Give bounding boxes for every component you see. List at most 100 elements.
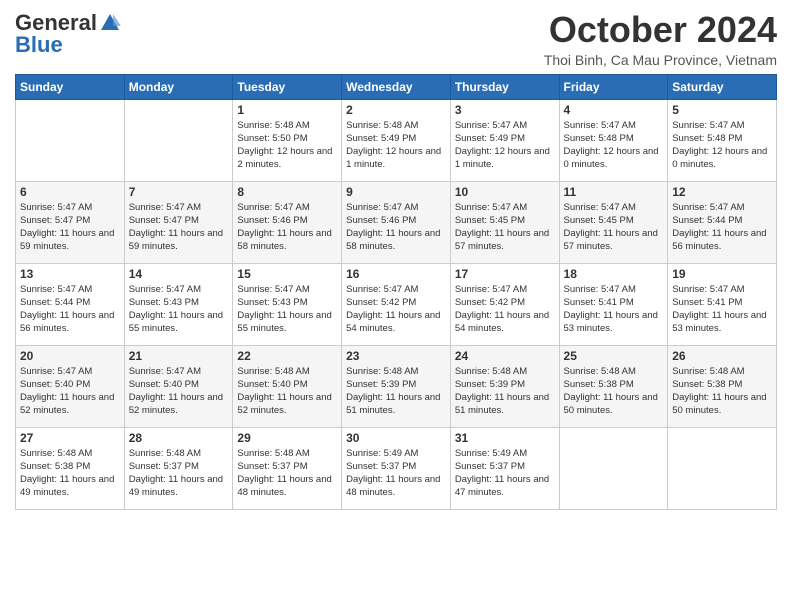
- day-number: 24: [455, 349, 555, 363]
- day-number: 7: [129, 185, 229, 199]
- day-info: Sunrise: 5:47 AM Sunset: 5:48 PM Dayligh…: [672, 119, 772, 172]
- day-info: Sunrise: 5:47 AM Sunset: 5:44 PM Dayligh…: [20, 283, 120, 336]
- sunrise-text: Sunrise: 5:48 AM: [129, 448, 201, 459]
- daylight-text: Daylight: 11 hours and 47 minutes.: [455, 474, 549, 498]
- calendar-cell: 5 Sunrise: 5:47 AM Sunset: 5:48 PM Dayli…: [668, 99, 777, 181]
- sunrise-text: Sunrise: 5:49 AM: [346, 448, 418, 459]
- calendar-cell: 6 Sunrise: 5:47 AM Sunset: 5:47 PM Dayli…: [16, 181, 125, 263]
- sunset-text: Sunset: 5:41 PM: [564, 297, 634, 308]
- daylight-text: Daylight: 11 hours and 56 minutes.: [20, 310, 114, 334]
- day-info: Sunrise: 5:47 AM Sunset: 5:45 PM Dayligh…: [564, 201, 664, 254]
- day-info: Sunrise: 5:47 AM Sunset: 5:43 PM Dayligh…: [237, 283, 337, 336]
- day-info: Sunrise: 5:47 AM Sunset: 5:47 PM Dayligh…: [129, 201, 229, 254]
- page-header: General Blue October 2024 Thoi Binh, Ca …: [15, 10, 777, 68]
- day-of-week-header: Tuesday: [233, 74, 342, 99]
- day-number: 14: [129, 267, 229, 281]
- sunrise-text: Sunrise: 5:48 AM: [237, 120, 309, 131]
- calendar-cell: 10 Sunrise: 5:47 AM Sunset: 5:45 PM Dayl…: [450, 181, 559, 263]
- calendar-cell: 25 Sunrise: 5:48 AM Sunset: 5:38 PM Dayl…: [559, 345, 668, 427]
- sunset-text: Sunset: 5:43 PM: [237, 297, 307, 308]
- daylight-text: Daylight: 11 hours and 52 minutes.: [20, 392, 114, 416]
- sunset-text: Sunset: 5:47 PM: [129, 215, 199, 226]
- day-number: 22: [237, 349, 337, 363]
- daylight-text: Daylight: 11 hours and 49 minutes.: [129, 474, 223, 498]
- sunrise-text: Sunrise: 5:47 AM: [129, 284, 201, 295]
- day-number: 2: [346, 103, 446, 117]
- daylight-text: Daylight: 11 hours and 49 minutes.: [20, 474, 114, 498]
- sunset-text: Sunset: 5:47 PM: [20, 215, 90, 226]
- logo-icon: [99, 12, 121, 34]
- daylight-text: Daylight: 12 hours and 0 minutes.: [564, 146, 659, 170]
- sunset-text: Sunset: 5:40 PM: [237, 379, 307, 390]
- sunrise-text: Sunrise: 5:47 AM: [455, 284, 527, 295]
- day-number: 9: [346, 185, 446, 199]
- day-number: 17: [455, 267, 555, 281]
- sunset-text: Sunset: 5:39 PM: [455, 379, 525, 390]
- day-of-week-header: Monday: [124, 74, 233, 99]
- title-block: October 2024 Thoi Binh, Ca Mau Province,…: [544, 10, 777, 68]
- sunrise-text: Sunrise: 5:48 AM: [346, 366, 418, 377]
- day-info: Sunrise: 5:48 AM Sunset: 5:37 PM Dayligh…: [129, 447, 229, 500]
- calendar-cell: 22 Sunrise: 5:48 AM Sunset: 5:40 PM Dayl…: [233, 345, 342, 427]
- daylight-text: Daylight: 11 hours and 51 minutes.: [346, 392, 440, 416]
- calendar-cell: [16, 99, 125, 181]
- calendar-cell: 20 Sunrise: 5:47 AM Sunset: 5:40 PM Dayl…: [16, 345, 125, 427]
- calendar-week-row: 13 Sunrise: 5:47 AM Sunset: 5:44 PM Dayl…: [16, 263, 777, 345]
- sunset-text: Sunset: 5:40 PM: [129, 379, 199, 390]
- day-number: 19: [672, 267, 772, 281]
- daylight-text: Daylight: 11 hours and 55 minutes.: [129, 310, 223, 334]
- sunrise-text: Sunrise: 5:47 AM: [129, 366, 201, 377]
- calendar-cell: 31 Sunrise: 5:49 AM Sunset: 5:37 PM Dayl…: [450, 427, 559, 509]
- day-info: Sunrise: 5:49 AM Sunset: 5:37 PM Dayligh…: [346, 447, 446, 500]
- calendar-week-row: 27 Sunrise: 5:48 AM Sunset: 5:38 PM Dayl…: [16, 427, 777, 509]
- calendar-cell: 8 Sunrise: 5:47 AM Sunset: 5:46 PM Dayli…: [233, 181, 342, 263]
- day-info: Sunrise: 5:48 AM Sunset: 5:38 PM Dayligh…: [672, 365, 772, 418]
- sunrise-text: Sunrise: 5:49 AM: [455, 448, 527, 459]
- day-of-week-header: Sunday: [16, 74, 125, 99]
- sunset-text: Sunset: 5:48 PM: [564, 133, 634, 144]
- day-number: 21: [129, 349, 229, 363]
- daylight-text: Daylight: 11 hours and 57 minutes.: [564, 228, 658, 252]
- daylight-text: Daylight: 11 hours and 53 minutes.: [672, 310, 766, 334]
- calendar-cell: [668, 427, 777, 509]
- sunrise-text: Sunrise: 5:47 AM: [20, 202, 92, 213]
- calendar-week-row: 6 Sunrise: 5:47 AM Sunset: 5:47 PM Dayli…: [16, 181, 777, 263]
- sunrise-text: Sunrise: 5:47 AM: [129, 202, 201, 213]
- sunrise-text: Sunrise: 5:48 AM: [346, 120, 418, 131]
- sunset-text: Sunset: 5:50 PM: [237, 133, 307, 144]
- sunset-text: Sunset: 5:42 PM: [346, 297, 416, 308]
- day-info: Sunrise: 5:47 AM Sunset: 5:48 PM Dayligh…: [564, 119, 664, 172]
- calendar-cell: 16 Sunrise: 5:47 AM Sunset: 5:42 PM Dayl…: [342, 263, 451, 345]
- calendar-week-row: 20 Sunrise: 5:47 AM Sunset: 5:40 PM Dayl…: [16, 345, 777, 427]
- sunset-text: Sunset: 5:37 PM: [455, 461, 525, 472]
- day-number: 5: [672, 103, 772, 117]
- calendar-cell: 4 Sunrise: 5:47 AM Sunset: 5:48 PM Dayli…: [559, 99, 668, 181]
- daylight-text: Daylight: 11 hours and 59 minutes.: [129, 228, 223, 252]
- calendar-cell: 13 Sunrise: 5:47 AM Sunset: 5:44 PM Dayl…: [16, 263, 125, 345]
- day-of-week-header: Thursday: [450, 74, 559, 99]
- day-info: Sunrise: 5:48 AM Sunset: 5:40 PM Dayligh…: [237, 365, 337, 418]
- day-number: 4: [564, 103, 664, 117]
- sunset-text: Sunset: 5:38 PM: [20, 461, 90, 472]
- daylight-text: Daylight: 11 hours and 58 minutes.: [346, 228, 440, 252]
- calendar-cell: 28 Sunrise: 5:48 AM Sunset: 5:37 PM Dayl…: [124, 427, 233, 509]
- calendar-cell: 3 Sunrise: 5:47 AM Sunset: 5:49 PM Dayli…: [450, 99, 559, 181]
- calendar-cell: 26 Sunrise: 5:48 AM Sunset: 5:38 PM Dayl…: [668, 345, 777, 427]
- sunrise-text: Sunrise: 5:47 AM: [672, 284, 744, 295]
- sunrise-text: Sunrise: 5:47 AM: [237, 284, 309, 295]
- daylight-text: Daylight: 12 hours and 1 minute.: [455, 146, 550, 170]
- daylight-text: Daylight: 11 hours and 54 minutes.: [455, 310, 549, 334]
- day-number: 1: [237, 103, 337, 117]
- sunset-text: Sunset: 5:46 PM: [237, 215, 307, 226]
- daylight-text: Daylight: 11 hours and 48 minutes.: [237, 474, 331, 498]
- logo-blue: Blue: [15, 32, 63, 58]
- daylight-text: Daylight: 11 hours and 48 minutes.: [346, 474, 440, 498]
- day-info: Sunrise: 5:47 AM Sunset: 5:42 PM Dayligh…: [346, 283, 446, 336]
- day-number: 8: [237, 185, 337, 199]
- sunset-text: Sunset: 5:37 PM: [237, 461, 307, 472]
- day-number: 12: [672, 185, 772, 199]
- sunset-text: Sunset: 5:49 PM: [455, 133, 525, 144]
- daylight-text: Daylight: 11 hours and 52 minutes.: [129, 392, 223, 416]
- sunset-text: Sunset: 5:37 PM: [346, 461, 416, 472]
- day-info: Sunrise: 5:47 AM Sunset: 5:40 PM Dayligh…: [129, 365, 229, 418]
